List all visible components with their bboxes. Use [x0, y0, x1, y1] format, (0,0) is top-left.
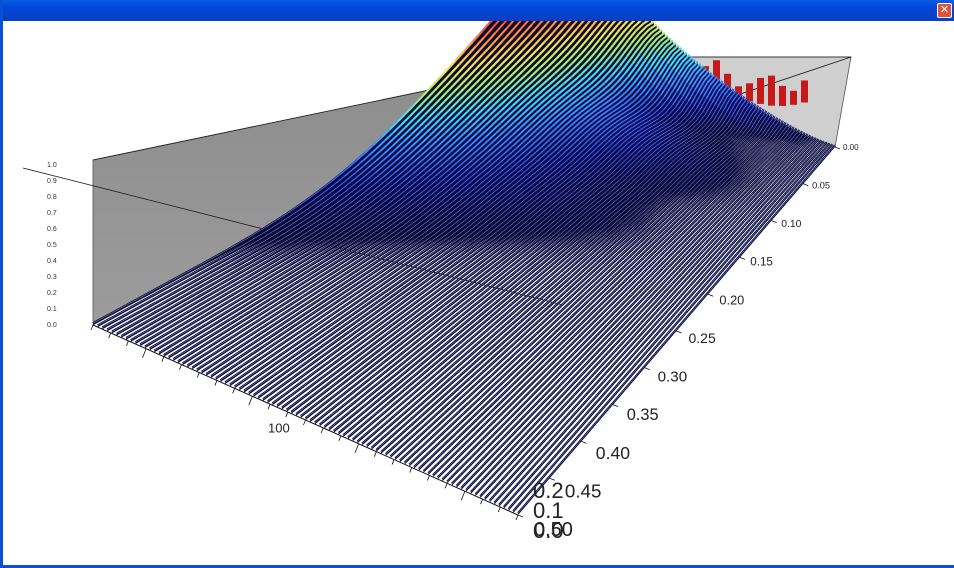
surface-chart: Jordan Design 1000.000.050.100.150.200.2…	[22, 21, 859, 543]
close-button[interactable]: ✕	[937, 3, 952, 18]
logo-bar	[790, 90, 797, 105]
surface-mesh	[92, 21, 836, 515]
title-bar: ✕	[3, 0, 954, 21]
app-window: ✕ Jordan Design 1000.000.050.100.150.200…	[0, 0, 954, 568]
logo-bar	[801, 80, 808, 103]
chart-canvas: Jordan Design 1000.000.050.100.150.200.2…	[6, 21, 954, 565]
logo-bar	[779, 85, 786, 106]
logo-bar	[757, 77, 764, 104]
logo-bar	[768, 75, 775, 106]
